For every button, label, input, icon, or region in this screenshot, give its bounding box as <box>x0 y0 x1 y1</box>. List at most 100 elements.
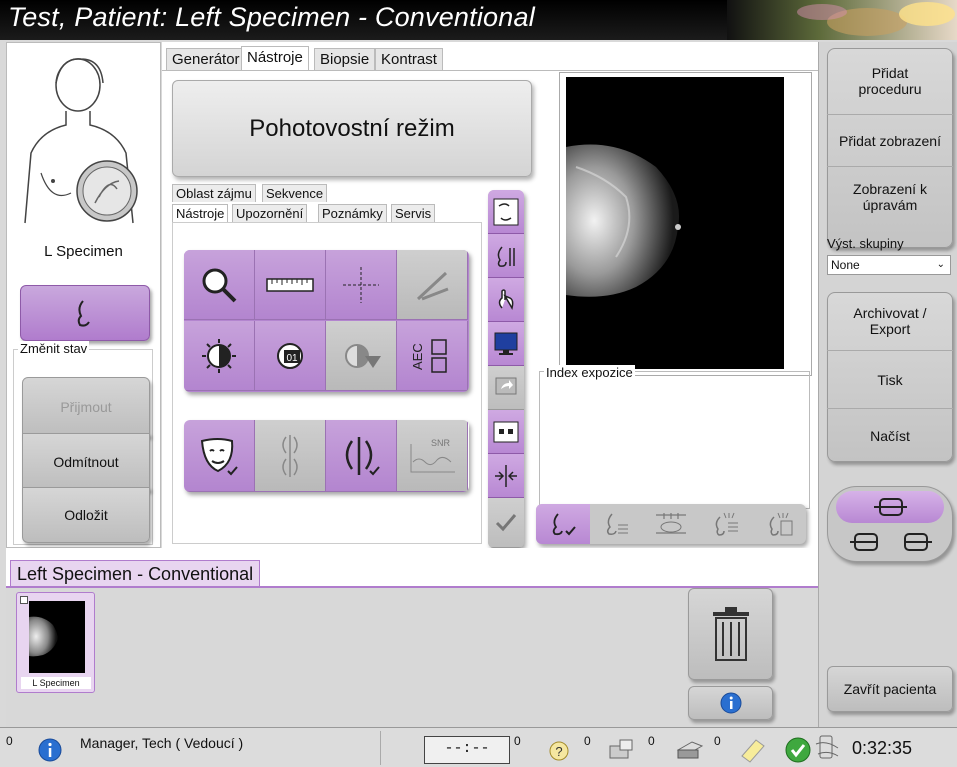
archive-export-button[interactable]: Archivovat / Export <box>827 292 953 350</box>
tab-tools[interactable]: Nástroje <box>241 46 309 70</box>
status-info-icon[interactable] <box>38 738 62 762</box>
send-monitor-icon <box>495 377 517 394</box>
c-arm-icon <box>874 498 907 516</box>
aec-tool[interactable]: AEC <box>397 321 468 391</box>
face-shield-tool[interactable] <box>184 420 255 492</box>
implant-displaced-icon <box>282 434 298 477</box>
edit-view-button[interactable]: Zobrazení k úpravám <box>827 166 953 226</box>
subtab-alerts[interactable]: Upozornění <box>232 204 308 222</box>
accept-button[interactable]: Přijmout <box>22 377 150 437</box>
standby-status-display: Pohotovostní režim <box>172 80 532 177</box>
info-count: 0 <box>6 734 13 748</box>
decorative-banner-image <box>727 0 957 40</box>
info-button[interactable] <box>688 686 773 720</box>
c-arm-home-button[interactable] <box>836 491 944 523</box>
c-arm-control <box>827 486 953 562</box>
tab-biopsy[interactable]: Biopsie <box>314 48 376 70</box>
implant-displaced-tool[interactable] <box>255 420 326 492</box>
display-tool[interactable] <box>488 322 524 366</box>
snr-tool[interactable]: SNR <box>397 420 468 492</box>
subtab-service[interactable]: Servis <box>391 204 436 222</box>
print-button[interactable]: Tisk <box>827 350 953 408</box>
thumbnail-card[interactable]: L Specimen <box>16 592 95 693</box>
window-level-tool[interactable]: 01 <box>255 321 326 391</box>
view-compress-button[interactable] <box>644 504 698 544</box>
ruler-tool[interactable] <box>255 250 326 320</box>
svg-text:?: ? <box>555 744 562 759</box>
window-title: Test, Patient: Left Specimen - Conventio… <box>8 2 535 32</box>
help-icon[interactable]: ? <box>548 740 570 762</box>
add-procedure-button[interactable]: Přidat proceduru <box>827 48 953 114</box>
view-lines-button[interactable] <box>590 504 644 544</box>
view-tomo-button[interactable] <box>698 504 752 544</box>
procedure-tab[interactable]: Left Specimen - Conventional <box>10 560 261 586</box>
rotate-flip-tool[interactable] <box>488 190 524 234</box>
snr-text: SNR <box>431 438 451 448</box>
breast-diagram-icon <box>24 58 138 224</box>
pend-button[interactable]: Odložit <box>22 487 150 543</box>
pixel-tool[interactable] <box>488 410 524 454</box>
network-icon[interactable] <box>606 738 636 762</box>
c-arm-right-icon <box>904 533 932 551</box>
right-panel: Přidat proceduru Přidat zobrazení Zobraz… <box>818 42 957 727</box>
exposure-timer: --:-- <box>424 736 510 764</box>
thumbnail-label: L Specimen <box>21 677 91 689</box>
subtab-notes[interactable]: Poznámky <box>318 204 387 222</box>
reject-button[interactable]: Odmítnout <box>22 433 150 491</box>
accept-tool[interactable] <box>488 498 524 548</box>
split-tool[interactable] <box>488 454 524 498</box>
subtab-tools[interactable]: Nástroje <box>172 204 229 222</box>
rotate-flip-icon <box>493 198 519 225</box>
crosshair-tool[interactable] <box>326 250 397 320</box>
trash-button[interactable] <box>688 588 773 680</box>
ruler-icon <box>266 277 314 292</box>
image-tools-grid: 01 AEC <box>184 250 469 392</box>
close-patient-button[interactable]: Zavřít pacienta <box>827 666 953 712</box>
contrast-tool[interactable] <box>184 321 255 391</box>
expose-button[interactable] <box>20 285 150 341</box>
caliper-icon <box>416 271 449 300</box>
contrast-icon <box>202 338 236 373</box>
mammogram-image[interactable] <box>566 77 784 369</box>
c-arm-left-button[interactable] <box>842 527 888 557</box>
implant-present-tool[interactable] <box>326 420 397 492</box>
invert-icon <box>345 343 381 368</box>
thumbnail-checkbox[interactable] <box>20 596 28 604</box>
detector-icon <box>815 735 839 759</box>
invert-tool[interactable] <box>326 321 397 391</box>
snr-chart-icon: SNR <box>410 438 455 472</box>
notes-icon[interactable] <box>738 736 766 764</box>
c-arm-right-button[interactable] <box>894 527 940 557</box>
magnifier-tool[interactable] <box>184 250 255 320</box>
tab-generator[interactable]: Generátor <box>166 48 246 70</box>
current-user: Manager, Tech ( Vedoucí ) <box>80 735 244 751</box>
view-mag-tool[interactable] <box>488 234 524 278</box>
printer-count: 0 <box>714 734 721 748</box>
send-tool[interactable] <box>488 366 524 410</box>
help-count: 0 <box>584 734 591 748</box>
subtab-roi[interactable]: Oblast zájmu <box>172 184 256 202</box>
implant-present-icon <box>345 436 380 475</box>
face-shield-icon <box>200 437 238 475</box>
combo-icon <box>769 512 793 536</box>
view-conventional-button[interactable] <box>536 504 590 544</box>
printer-icon[interactable] <box>674 738 704 762</box>
hand-tool[interactable] <box>488 278 524 322</box>
output-groups-select[interactable]: None ⌄ <box>827 255 951 275</box>
subtab-sequence[interactable]: Sekvence <box>262 184 328 202</box>
view-combo-button[interactable] <box>752 504 806 544</box>
output-groups-value: None <box>831 258 860 272</box>
tab-contrast[interactable]: Kontrast <box>375 48 443 70</box>
monitor-icon <box>494 332 518 355</box>
center-panel: Generátor Nástroje Biopsie Kontrast Poho… <box>162 42 818 548</box>
caliper-tool[interactable] <box>397 250 468 320</box>
change-state-label: Změnit stav <box>18 341 90 356</box>
window-level-text: 01 <box>286 353 298 364</box>
view-label: L Specimen <box>44 243 123 260</box>
implant-tools-row: SNR <box>184 420 469 492</box>
add-view-button[interactable]: Přidat zobrazení <box>827 114 953 166</box>
load-button[interactable]: Načíst <box>827 408 953 462</box>
hand-icon <box>498 288 514 310</box>
info-icon <box>720 692 741 714</box>
tab-divider <box>162 70 818 71</box>
